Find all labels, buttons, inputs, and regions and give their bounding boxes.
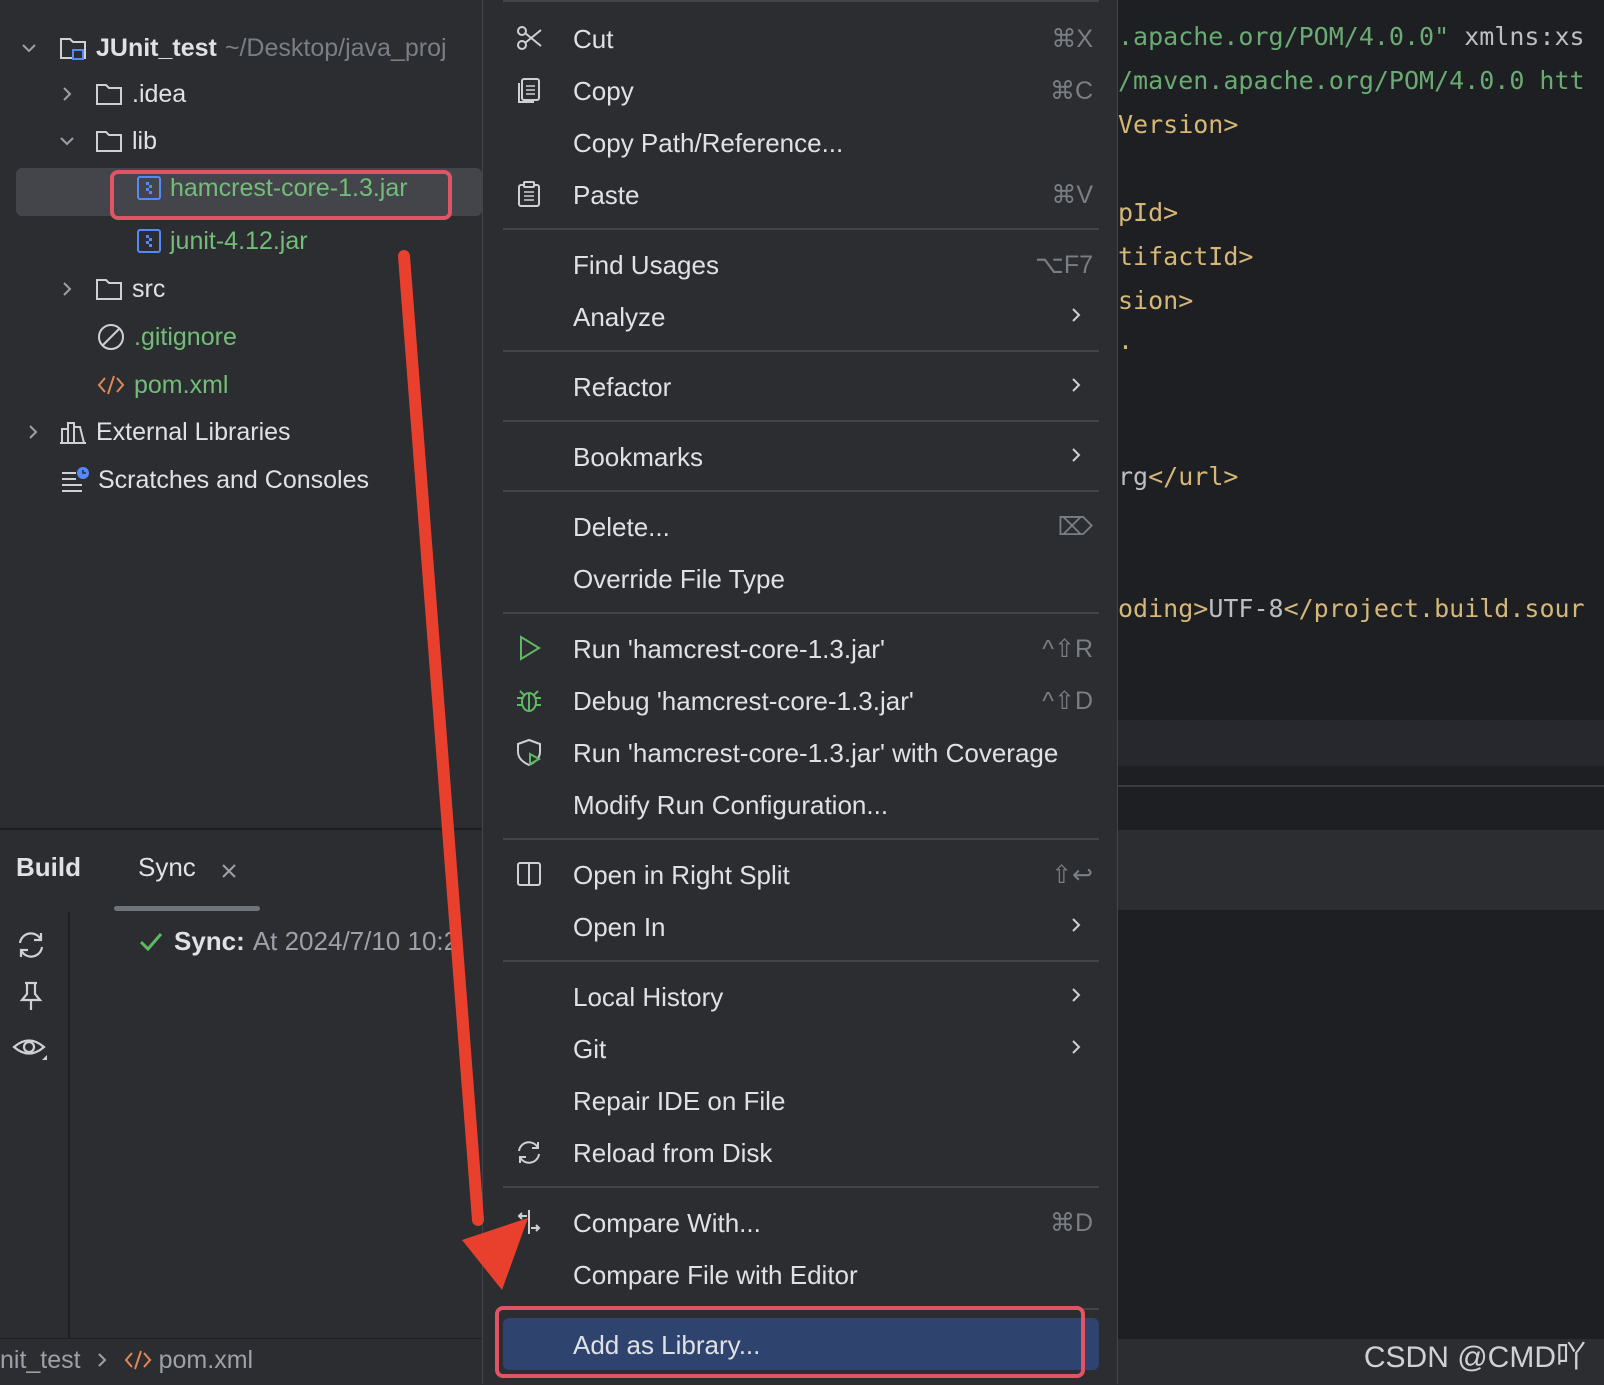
arrow-head bbox=[462, 1218, 528, 1290]
watermark: CSDN @CMD吖 bbox=[1363, 1341, 1586, 1374]
arrow-shaft bbox=[398, 250, 484, 1226]
annotation-arrow bbox=[398, 250, 528, 1290]
